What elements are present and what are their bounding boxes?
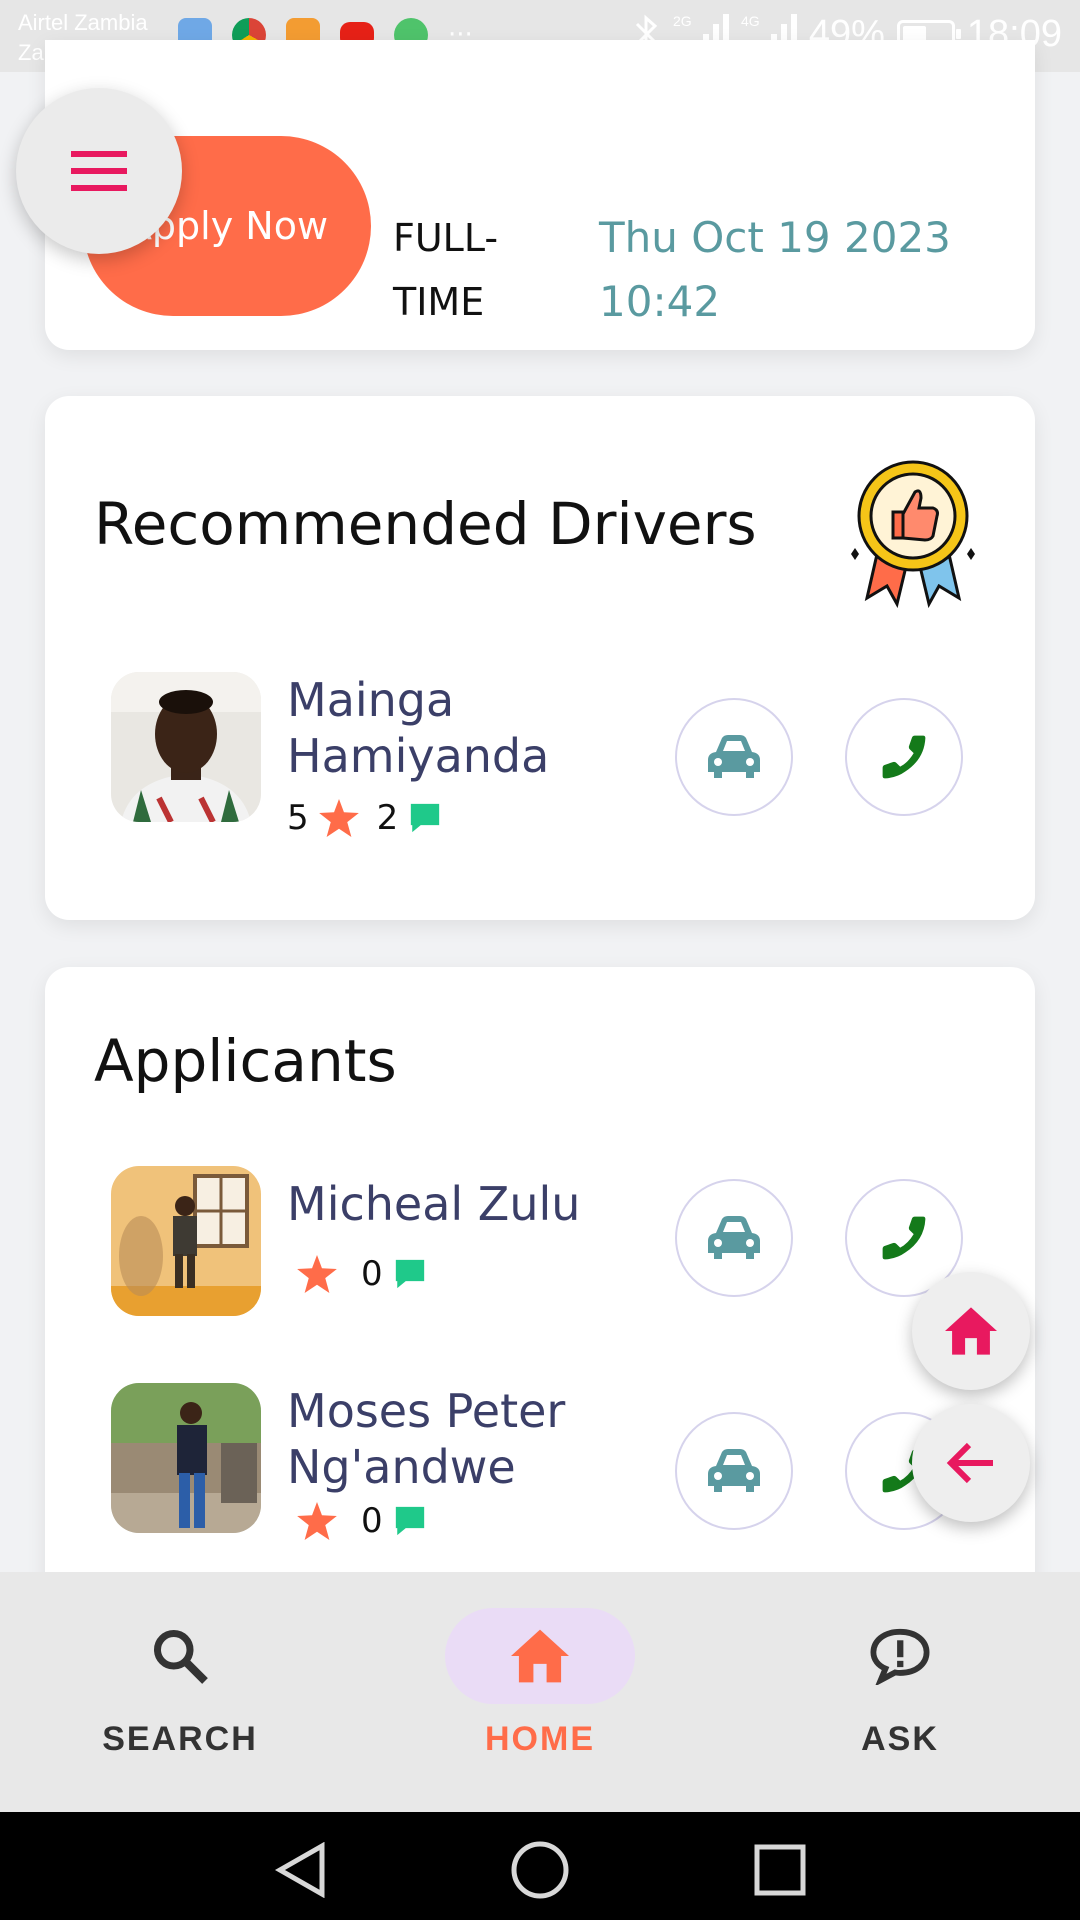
home-icon — [945, 1307, 997, 1355]
home-icon — [511, 1629, 569, 1683]
driver-name: Mainga Hamiyanda — [287, 673, 550, 783]
applicant-comments: 0 — [361, 1254, 383, 1294]
nav-search[interactable]: SEARCH — [15, 1572, 315, 1812]
applicant-name: Micheal Zulu — [287, 1177, 581, 1231]
nav-home[interactable]: HOME — [375, 1572, 675, 1812]
nav-ask[interactable]: ASK — [735, 1572, 1035, 1812]
home-fab-button[interactable] — [912, 1272, 1030, 1390]
applicant-row[interactable]: Moses Peter Ng'andwe 0 — [45, 1383, 1035, 1543]
car-icon — [708, 1216, 760, 1259]
call-button[interactable] — [845, 698, 963, 816]
star-icon — [297, 1502, 337, 1540]
system-home-icon[interactable] — [510, 1840, 570, 1900]
applicant-meta: 0 — [287, 1254, 427, 1294]
view-vehicle-button[interactable] — [675, 1179, 793, 1297]
car-icon — [708, 735, 760, 778]
applicants-card: Applicants Micheal Zulu 0 Moses Peter Ng… — [45, 967, 1035, 1667]
system-back-icon[interactable] — [274, 1842, 328, 1898]
applicant-avatar — [111, 1383, 261, 1533]
net-4g-label: 4G — [741, 13, 760, 29]
star-icon — [318, 799, 359, 837]
car-icon — [708, 1449, 760, 1492]
bottom-navigation: SEARCH HOME ASK — [0, 1572, 1080, 1812]
view-vehicle-button[interactable] — [675, 698, 793, 816]
phone-icon — [882, 1216, 926, 1260]
applicant-comments: 0 — [361, 1501, 383, 1541]
nav-ask-icon-wrap — [805, 1608, 995, 1704]
driver-avatar — [111, 672, 261, 822]
ask-icon — [870, 1628, 930, 1685]
nav-search-label: SEARCH — [102, 1720, 258, 1758]
system-recents-icon[interactable] — [754, 1844, 806, 1896]
menu-button[interactable] — [16, 88, 182, 254]
nav-home-icon-wrap — [445, 1608, 635, 1704]
phone-icon — [882, 735, 926, 779]
carrier-1: Airtel Zambia — [18, 10, 148, 35]
driver-row[interactable]: Mainga Hamiyanda 5 2 — [45, 672, 1035, 838]
system-navigation-bar — [0, 1812, 1080, 1920]
applicant-avatar — [111, 1166, 261, 1316]
nav-home-label: HOME — [485, 1720, 595, 1758]
comment-icon — [395, 1259, 424, 1289]
award-badge-icon — [851, 460, 975, 608]
comment-icon — [411, 803, 440, 833]
search-icon — [154, 1630, 208, 1684]
driver-comments: 2 — [376, 798, 399, 838]
net-2g-label: 2G — [673, 13, 692, 29]
applicant-row[interactable]: Micheal Zulu 0 — [45, 1166, 1035, 1326]
hamburger-icon — [71, 151, 127, 191]
applicant-name: Moses Peter Ng'andwe — [287, 1384, 566, 1494]
job-type: FULL-TIME — [393, 216, 499, 324]
nav-ask-label: ASK — [861, 1720, 939, 1758]
job-date: Thu Oct 19 2023 10:42 — [599, 213, 951, 326]
view-vehicle-button[interactable] — [675, 1412, 793, 1530]
arrow-back-icon — [946, 1442, 993, 1484]
back-fab-button[interactable] — [912, 1404, 1030, 1522]
recommended-drivers-card: Recommended Drivers Mainga Hamiyanda 5 2 — [45, 396, 1035, 920]
job-card: Apply Now FULL-TIME Thu Oct 19 2023 10:4… — [45, 40, 1035, 350]
applicant-meta: 0 — [287, 1501, 427, 1541]
comment-icon — [395, 1506, 424, 1536]
star-icon — [297, 1255, 337, 1293]
driver-rating: 5 — [287, 798, 309, 838]
driver-meta: 5 2 — [287, 798, 442, 838]
recommended-title: Recommended Drivers — [94, 490, 757, 558]
applicants-title: Applicants — [94, 1027, 397, 1095]
nav-search-icon-wrap — [85, 1608, 275, 1704]
